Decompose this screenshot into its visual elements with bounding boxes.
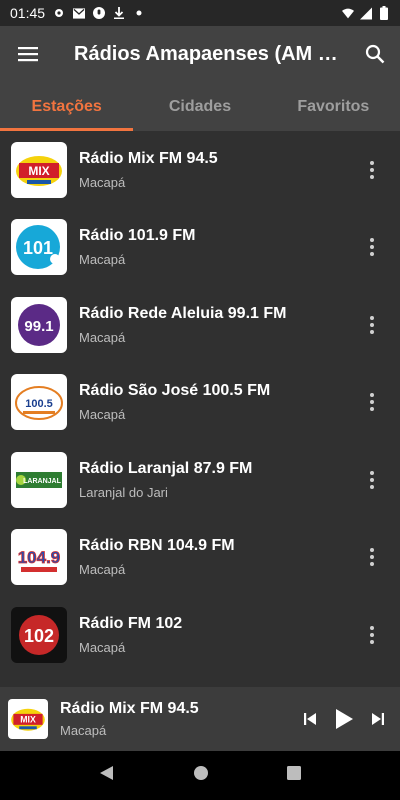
more-options-button[interactable] [352, 382, 392, 422]
mini-player[interactable]: MIX Rádio Mix FM 94.5 Macapá [0, 687, 400, 751]
station-row[interactable]: MIX Rádio Mix FM 94.5 Macapá [0, 131, 400, 209]
station-name: Rádio São José 100.5 FM [79, 382, 271, 400]
station-name: Rádio 101.9 FM [79, 227, 196, 245]
station-name: Rádio FM 102 [79, 614, 183, 632]
station-row[interactable]: 102 Rádio FM 102 Macapá [0, 596, 400, 674]
search-button[interactable] [350, 26, 400, 82]
logo-text: MIX [28, 164, 49, 178]
player-station-logo: MIX [8, 699, 48, 739]
more-options-button[interactable] [352, 460, 392, 500]
tab-estacoes[interactable]: Estações [0, 82, 134, 131]
more-vert-icon [370, 238, 374, 257]
station-name: Rádio Rede Aleluia 99.1 FM [79, 304, 287, 322]
logo-text: LARANJAL [23, 478, 61, 485]
more-vert-icon [370, 470, 374, 489]
back-triangle-icon [100, 766, 113, 780]
logo-text: 99.1 [24, 318, 53, 335]
skip-previous-icon [304, 713, 316, 725]
station-city: Macapá [79, 174, 126, 190]
nav-recents-button[interactable] [287, 766, 301, 785]
search-icon [365, 44, 385, 64]
tab-cidades[interactable]: Cidades [133, 82, 266, 131]
more-options-button[interactable] [352, 537, 392, 577]
skip-previous-button[interactable] [294, 699, 326, 739]
station-city: Macapá [79, 252, 126, 268]
settings-gear-icon [53, 7, 65, 19]
station-list: MIX Rádio Mix FM 94.5 Macapá 101 Rádio 1… [0, 131, 400, 687]
player-subtitle: Macapá [60, 723, 107, 738]
system-navigation-bar [0, 751, 400, 800]
cell-signal-icon [360, 7, 372, 19]
station-name: Rádio Mix FM 94.5 [79, 149, 218, 167]
station-logo-rbn: 104.9 [11, 529, 67, 586]
wifi-icon [342, 7, 354, 19]
station-row[interactable]: 104.9 Rádio RBN 104.9 FM Macapá [0, 519, 400, 597]
logo-text: 100.5 [25, 398, 53, 410]
logo-text: MIX [20, 715, 36, 725]
station-row[interactable]: 100.5 Rádio São José 100.5 FM Macapá [0, 364, 400, 442]
more-options-button[interactable] [352, 150, 392, 190]
status-time: 01:45 [10, 5, 46, 21]
station-logo-mix: MIX [11, 141, 67, 198]
more-options-button[interactable] [352, 227, 392, 267]
station-logo-aleluia: 99.1 [11, 296, 67, 353]
tab-bar: Estações Cidades Favoritos [0, 82, 400, 131]
play-icon [336, 709, 353, 729]
more-vert-icon [370, 625, 374, 644]
station-name: Rádio RBN 104.9 FM [79, 537, 235, 555]
station-city: Macapá [79, 562, 126, 578]
more-vert-icon [370, 393, 374, 412]
download-icon [113, 7, 125, 19]
play-button[interactable] [326, 699, 362, 739]
more-vert-icon [370, 548, 374, 567]
station-logo-laranjal: LARANJAL [11, 451, 67, 508]
station-row[interactable]: LARANJAL Rádio Laranjal 87.9 FM Laranjal… [0, 441, 400, 519]
hamburger-menu-icon [18, 47, 38, 62]
notification-dot-icon [133, 7, 145, 19]
station-city: Macapá [79, 639, 126, 655]
battery-icon [378, 6, 390, 20]
more-options-button[interactable] [352, 305, 392, 345]
tab-favoritos[interactable]: Favoritos [267, 82, 400, 131]
more-vert-icon [370, 315, 374, 334]
app-bar: Rádios Amapaenses (AM e... [0, 26, 400, 82]
hamburger-menu-button[interactable] [0, 26, 56, 82]
page-title: Rádios Amapaenses (AM e... [74, 42, 346, 65]
station-row[interactable]: 99.1 Rádio Rede Aleluia 99.1 FM Macapá [0, 286, 400, 364]
nav-home-button[interactable] [193, 765, 209, 786]
nav-back-button[interactable] [99, 765, 115, 786]
station-city: Laranjal do Jari [79, 484, 168, 500]
status-bar: 01:45 [0, 0, 400, 26]
skip-next-button[interactable] [362, 699, 394, 739]
station-logo-fm102: 102 [11, 606, 67, 663]
gmail-icon [73, 7, 86, 19]
logo-text: 104.9 [18, 548, 61, 567]
home-circle-icon [194, 766, 208, 780]
station-logo-101: 101 [11, 219, 67, 276]
station-city: Macapá [79, 329, 126, 345]
station-logo-sao-jose: 100.5 [11, 374, 67, 431]
recents-square-icon [287, 766, 301, 780]
more-options-button[interactable] [352, 615, 392, 655]
player-title: Rádio Mix FM 94.5 [60, 700, 199, 717]
station-city: Macapá [79, 407, 126, 423]
station-row[interactable]: 101 Rádio 101.9 FM Macapá [0, 209, 400, 287]
station-name: Rádio Laranjal 87.9 FM [79, 459, 253, 477]
microphone-icon [93, 7, 106, 19]
logo-text: 101 [23, 238, 53, 258]
skip-next-icon [372, 713, 384, 725]
logo-text: 102 [24, 626, 54, 646]
more-vert-icon [370, 160, 374, 179]
